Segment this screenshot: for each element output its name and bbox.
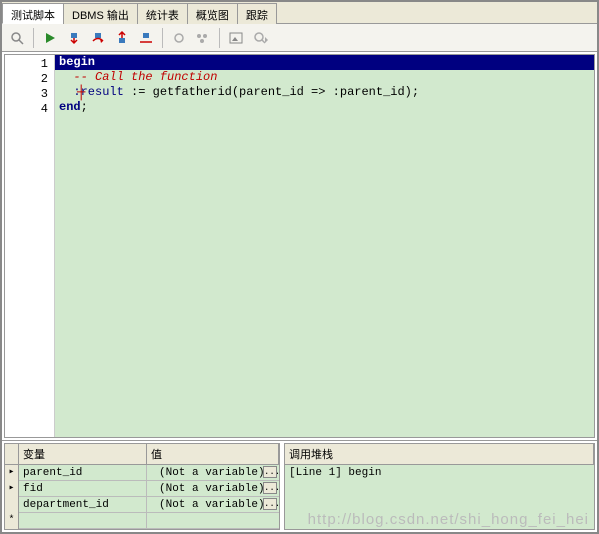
variable-row-new[interactable]: *: [5, 513, 279, 529]
variable-row[interactable]: ▸ fid (Not a variable)...: [5, 481, 279, 497]
row-marker: ▸: [5, 465, 19, 481]
step-into-icon[interactable]: [63, 27, 85, 49]
var-value: (Not a variable)...: [147, 465, 279, 481]
row-marker-header: [5, 444, 19, 464]
code-area[interactable]: begin -- Call the function :result := ge…: [55, 55, 594, 437]
code-line: end;: [55, 100, 594, 115]
new-row-marker: *: [5, 513, 19, 529]
image-icon[interactable]: [225, 27, 247, 49]
tab-bar: 测试脚本 DBMS 输出 统计表 概览图 跟踪: [2, 2, 597, 24]
bottom-panels: 变量 值 ▸ parent_id (Not a variable)... ▸ f…: [2, 440, 597, 532]
var-value: (Not a variable)...: [147, 481, 279, 497]
ellipsis-button[interactable]: ...: [263, 498, 277, 510]
ellipsis-button[interactable]: ...: [263, 466, 277, 478]
stack-row[interactable]: [Line 1] begin: [285, 465, 594, 481]
run-to-icon[interactable]: [135, 27, 157, 49]
break-icon[interactable]: [168, 27, 190, 49]
tab-statistics[interactable]: 统计表: [137, 3, 188, 24]
cursor-marker: ┼: [77, 85, 85, 101]
stack-entry: [Line 1] begin: [285, 467, 381, 479]
column-value[interactable]: 值: [147, 444, 279, 464]
code-line: -- Call the function: [55, 70, 594, 85]
column-variable[interactable]: 变量: [19, 444, 147, 464]
variable-row[interactable]: department_id (Not a variable)...: [5, 497, 279, 513]
tab-overview[interactable]: 概览图: [187, 3, 238, 24]
threads-icon[interactable]: [192, 27, 214, 49]
callstack-header: 调用堆栈: [285, 444, 594, 465]
variables-body: ▸ parent_id (Not a variable)... ▸ fid (N…: [5, 465, 279, 529]
variables-panel: 变量 值 ▸ parent_id (Not a variable)... ▸ f…: [4, 443, 280, 530]
callstack-body: [Line 1] begin: [285, 465, 594, 529]
var-value: (Not a variable)...: [147, 497, 279, 513]
var-name[interactable]: [19, 513, 147, 529]
tab-test-script[interactable]: 测试脚本: [2, 3, 64, 24]
code-editor[interactable]: 1 2 3 4 begin -- Call the function :resu…: [4, 54, 595, 438]
row-marker: [5, 497, 19, 513]
variable-row[interactable]: ▸ parent_id (Not a variable)...: [5, 465, 279, 481]
var-name: department_id: [19, 497, 147, 513]
separator: [219, 28, 220, 48]
line-gutter: 1 2 3 4: [5, 55, 55, 437]
variables-header: 变量 值: [5, 444, 279, 465]
code-line: :result := getfatherid(parent_id => :par…: [55, 85, 594, 100]
callstack-panel: 调用堆栈 [Line 1] begin: [284, 443, 595, 530]
step-out-icon[interactable]: [111, 27, 133, 49]
line-number: 3: [5, 87, 48, 102]
var-value[interactable]: [147, 513, 279, 529]
run-icon[interactable]: [39, 27, 61, 49]
line-number: 4: [5, 102, 48, 117]
column-callstack: 调用堆栈: [285, 444, 594, 464]
tab-trace[interactable]: 跟踪: [237, 3, 277, 24]
search-icon[interactable]: [6, 27, 28, 49]
var-name: parent_id: [19, 465, 147, 481]
separator: [33, 28, 34, 48]
zoom-icon[interactable]: [249, 27, 271, 49]
code-line: begin: [55, 55, 594, 70]
toolbar: [2, 24, 597, 52]
step-over-icon[interactable]: [87, 27, 109, 49]
line-number: 2: [5, 72, 48, 87]
tab-dbms-output[interactable]: DBMS 输出: [63, 3, 138, 24]
row-marker: ▸: [5, 481, 19, 497]
var-name: fid: [19, 481, 147, 497]
separator: [162, 28, 163, 48]
line-number: 1: [5, 57, 48, 72]
ellipsis-button[interactable]: ...: [263, 482, 277, 494]
